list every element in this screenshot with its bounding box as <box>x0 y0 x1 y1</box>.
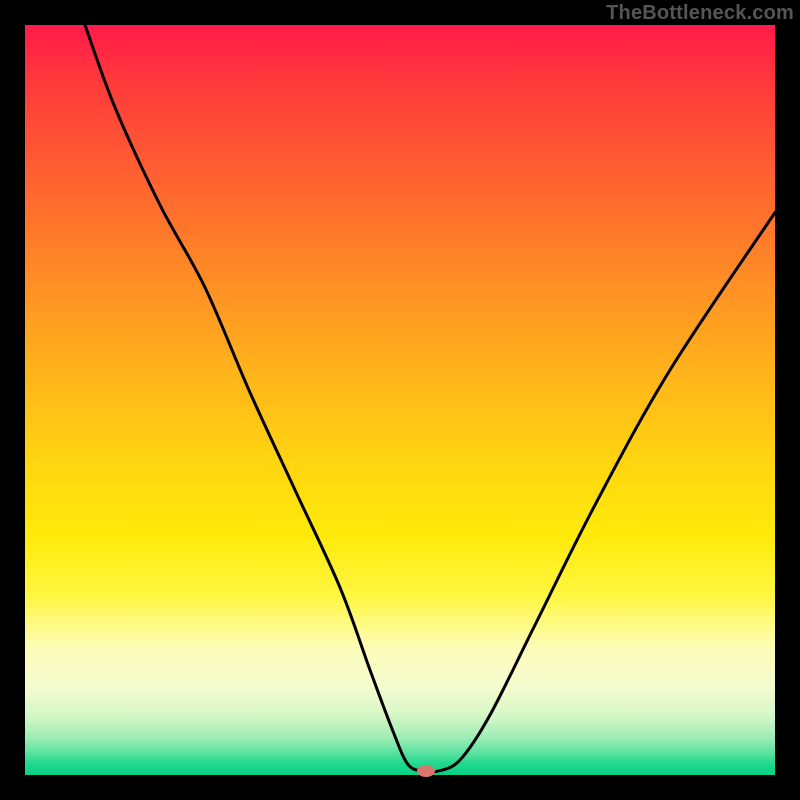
plot-area <box>25 25 775 775</box>
chart-frame: TheBottleneck.com <box>0 0 800 800</box>
bottleneck-curve <box>25 25 775 775</box>
watermark-text: TheBottleneck.com <box>606 2 794 25</box>
optimum-marker <box>417 765 435 777</box>
